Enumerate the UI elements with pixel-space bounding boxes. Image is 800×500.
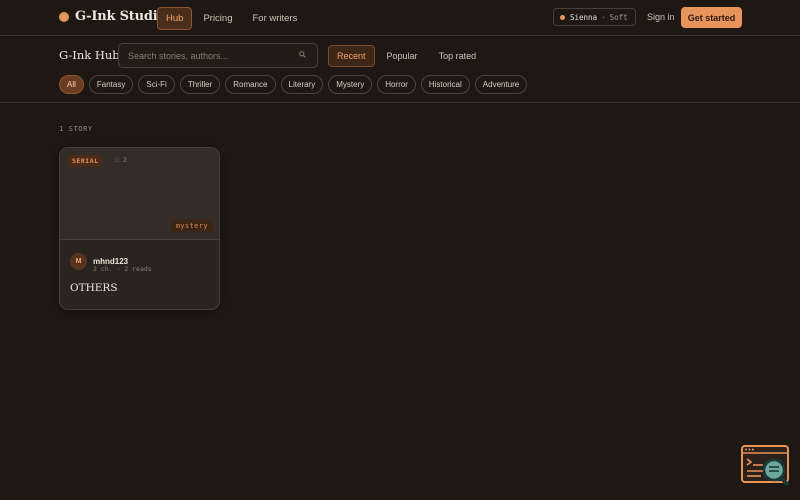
page-title: G-Ink Hub bbox=[59, 48, 120, 62]
search-icon[interactable] bbox=[299, 51, 308, 60]
nav-hub[interactable]: Hub bbox=[157, 7, 193, 30]
theme-name: Sienna bbox=[570, 12, 598, 22]
genre-chip-fantasy[interactable]: Fantasy bbox=[88, 75, 134, 94]
inspector-widget-icon[interactable] bbox=[741, 445, 790, 486]
genre-chip-all[interactable]: All bbox=[59, 75, 84, 94]
theme-selector[interactable]: Sienna · Soft bbox=[553, 8, 636, 26]
search-box[interactable] bbox=[118, 43, 318, 68]
genre-chip-horror[interactable]: Horror bbox=[377, 75, 416, 94]
search-input[interactable] bbox=[128, 50, 299, 61]
theme-separator: · bbox=[601, 12, 606, 22]
story-cover: SERIAL ☐ 2 mystery bbox=[60, 148, 219, 240]
genre-chip-mystery[interactable]: Mystery bbox=[328, 75, 373, 94]
brand-name: G-Ink Studio bbox=[75, 9, 166, 24]
genre-chip-historical[interactable]: Historical bbox=[420, 75, 470, 94]
brand-dot-icon bbox=[59, 11, 69, 22]
theme-mode: Soft bbox=[609, 12, 628, 22]
genre-chip-literary[interactable]: Literary bbox=[280, 75, 324, 94]
nav-for-writers[interactable]: For writers bbox=[243, 7, 306, 30]
story-title: OTHERS bbox=[70, 282, 118, 294]
main-nav: Hub Pricing For writers bbox=[157, 7, 308, 30]
genre-filters: All Fantasy Sci-Fi Thriller Romance Lite… bbox=[59, 75, 532, 94]
genre-chip-sci-fi[interactable]: Sci-Fi bbox=[138, 75, 175, 94]
sort-popular[interactable]: Popular bbox=[378, 45, 427, 67]
sort-tabs: Recent Popular Top rated bbox=[328, 45, 488, 67]
sort-top-rated[interactable]: Top rated bbox=[430, 45, 486, 67]
genre-tag: mystery bbox=[170, 219, 213, 232]
genre-chip-romance[interactable]: Romance bbox=[225, 75, 276, 94]
sign-in-link[interactable]: Sign in bbox=[647, 12, 675, 22]
hub-toolbar: G-Ink Hub Recent Popular Top rated All F… bbox=[0, 36, 800, 103]
top-navbar: G-Ink Studio Hub Pricing For writers Sie… bbox=[0, 0, 800, 36]
genre-chip-thriller[interactable]: Thriller bbox=[179, 75, 221, 94]
avatar: M bbox=[70, 253, 87, 270]
genre-chip-adventure[interactable]: Adventure bbox=[474, 75, 528, 94]
results-count: 1 STORY bbox=[59, 125, 93, 133]
story-meta: 2 ch. · 2 reads bbox=[93, 265, 152, 273]
serial-badge: SERIAL bbox=[68, 155, 103, 167]
sort-recent[interactable]: Recent bbox=[328, 45, 375, 67]
get-started-button[interactable]: Get started bbox=[681, 7, 742, 28]
chapter-count-mini: ☐ 2 bbox=[115, 156, 127, 164]
theme-dot-icon bbox=[560, 14, 565, 20]
brand-logo[interactable]: G-Ink Studio bbox=[59, 9, 166, 24]
story-card[interactable]: SERIAL ☐ 2 mystery M mhnd123 2 ch. · 2 r… bbox=[59, 147, 220, 310]
nav-pricing[interactable]: Pricing bbox=[194, 7, 241, 30]
